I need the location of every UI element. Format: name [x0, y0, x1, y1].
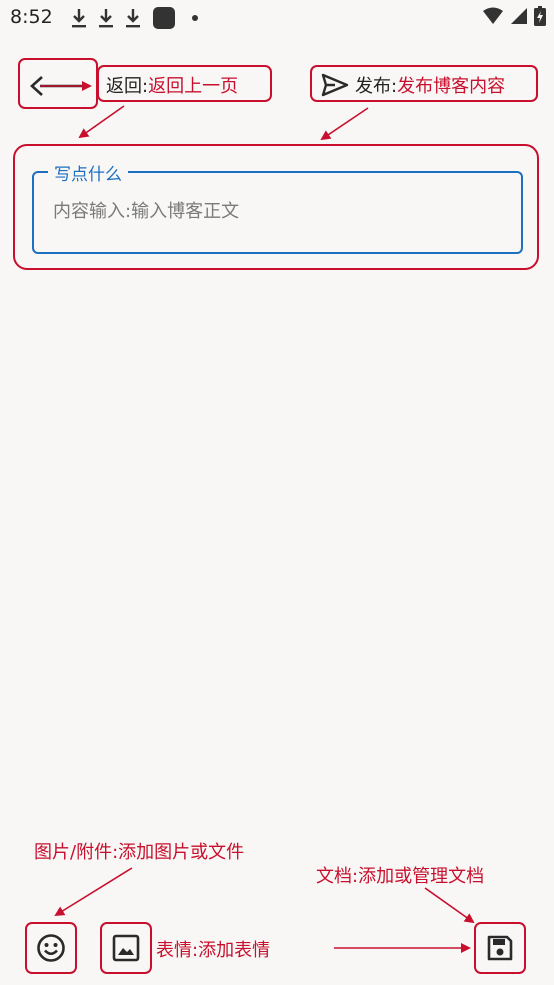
status-system-icons — [482, 6, 546, 26]
arrow-editor-right — [320, 107, 369, 141]
document-annotation: 文档:添加或管理文档 — [316, 866, 485, 887]
save-icon — [487, 935, 513, 961]
emoji-icon — [37, 934, 65, 962]
download-icon — [72, 9, 86, 28]
download-icon — [126, 9, 140, 28]
app-notification-icon — [153, 7, 175, 29]
signal-icon — [511, 8, 527, 24]
arrow-document-down — [424, 887, 475, 924]
wifi-icon — [483, 7, 503, 24]
attach-annotation: 图片/附件:添加图片或文件 — [34, 842, 245, 863]
back-annotation-desc: 返回上一页 — [148, 76, 239, 97]
publish-annotation-desc: 发布博客内容 — [397, 76, 506, 97]
document-button[interactable] — [476, 924, 524, 972]
emoji-annotation: 表情:添加表情 — [156, 940, 271, 961]
status-time: 8:52 — [10, 6, 53, 28]
blog-content-label: 写点什么 — [48, 160, 128, 185]
more-notifications-dot-icon — [192, 15, 198, 21]
status-notification-icons — [70, 4, 198, 32]
arrow-attach — [54, 867, 133, 917]
back-button-highlight — [18, 58, 98, 109]
emoji-button[interactable] — [27, 924, 75, 972]
blog-content-placeholder: 内容输入:输入博客正文 — [53, 201, 240, 222]
battery-charging-icon — [534, 6, 546, 26]
download-icon — [99, 9, 113, 28]
image-icon — [112, 934, 140, 962]
publish-annotation: 发布:发布博客内容 — [355, 72, 505, 98]
back-annotation: 返回:返回上一页 — [106, 72, 238, 98]
back-annotation-label: 返回: — [106, 76, 149, 97]
publish-annotation-label: 发布: — [355, 76, 398, 97]
image-attach-button[interactable] — [102, 924, 150, 972]
arrow-editor-left — [78, 105, 125, 139]
